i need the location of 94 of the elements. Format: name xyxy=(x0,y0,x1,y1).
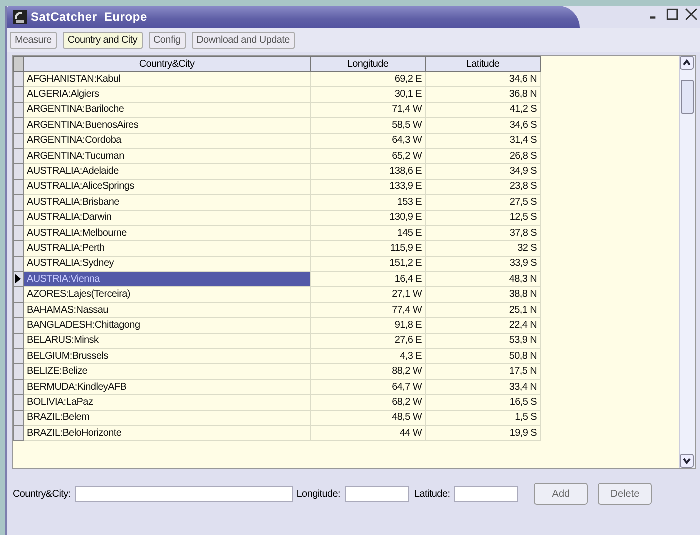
table-cell: 33,4 N xyxy=(426,379,540,395)
scroll-up-icon[interactable] xyxy=(680,56,694,70)
table-cell: ARGENTINA:Cordoba xyxy=(24,133,310,148)
table-cell: 58,5 W xyxy=(310,118,426,134)
table-cell: BRAZIL:BeloHorizonte xyxy=(24,425,310,441)
column-header[interactable]: Latitude xyxy=(426,56,540,72)
field-label: Longitude: xyxy=(296,488,341,500)
tab[interactable]: Download and Update xyxy=(192,32,295,49)
table-cell: 153 E xyxy=(310,194,426,210)
table-cell: 37,8 S xyxy=(426,225,540,241)
table-cell: BELGIUM:Brussels xyxy=(24,348,310,364)
table-cell: 12,5 S xyxy=(426,210,540,226)
scroll-thumb[interactable] xyxy=(681,80,694,114)
table-cell: AUSTRALIA:AliceSprings xyxy=(24,179,310,195)
table-cell: 48,3 N xyxy=(426,272,540,287)
table-cell: 26,8 S xyxy=(426,148,540,164)
table-cell: 77,4 W xyxy=(310,302,426,318)
table-cell: 27,1 W xyxy=(310,286,426,302)
table-cell: 130,9 E xyxy=(310,210,426,226)
table-cell: BERMUDA:KindleyAFB xyxy=(24,379,310,395)
table-cell: 4,3 E xyxy=(310,348,426,364)
table-cell: 91,8 E xyxy=(310,318,426,334)
table-cell: 65,2 W xyxy=(310,148,426,164)
field-label: Country&City: xyxy=(13,488,71,500)
input-field[interactable] xyxy=(74,486,293,502)
row-header[interactable] xyxy=(14,272,24,287)
table-cell: 25,1 N xyxy=(426,302,540,318)
tab[interactable]: Measure xyxy=(10,32,57,49)
table-cell: AUSTRALIA:Darwin xyxy=(24,210,310,226)
table-cell: ALGERIA:Algiers xyxy=(24,86,310,102)
table-cell: BELARUS:Minsk xyxy=(24,333,310,349)
column-header[interactable]: Longitude xyxy=(310,56,426,72)
table-cell: 64,3 W xyxy=(310,133,426,148)
field-label: Latitude: xyxy=(414,488,450,500)
table-cell: 34,6 S xyxy=(426,118,540,134)
table-cell: 22,4 N xyxy=(426,318,540,334)
add-button[interactable]: Add xyxy=(534,483,588,505)
table-cell: AZORES:Lajes(Terceira) xyxy=(24,286,310,302)
column-header[interactable]: Country&City xyxy=(24,56,310,72)
input-field[interactable] xyxy=(344,486,409,502)
table-cell: AUSTRALIA:Melbourne xyxy=(24,225,310,241)
table-cell: ARGENTINA:Bariloche xyxy=(24,102,310,118)
table-cell: 27,5 S xyxy=(426,194,540,210)
delete-button[interactable]: Delete xyxy=(598,483,652,505)
table-cell: 53,9 N xyxy=(426,333,540,349)
table-cell: AUSTRALIA:Brisbane xyxy=(24,194,310,210)
table-cell: 41,2 S xyxy=(426,102,540,118)
table-cell: BRAZIL:Belem xyxy=(24,410,310,426)
table-cell: 50,8 N xyxy=(426,348,540,364)
table-cell: AUSTRIA:Vienna xyxy=(24,272,310,287)
table-cell: 151,2 E xyxy=(310,256,426,272)
table-cell: 48,5 W xyxy=(310,410,426,426)
table-cell: 88,2 W xyxy=(310,364,426,380)
window-title: SatCatcher_Europe xyxy=(31,10,148,24)
table-cell: BAHAMAS:Nassau xyxy=(24,302,310,318)
tab[interactable]: Config xyxy=(148,32,186,49)
table-cell: 19,9 S xyxy=(426,425,540,441)
table-cell: BELIZE:Belize xyxy=(24,364,310,380)
table-cell: ARGENTINA:Tucuman xyxy=(24,148,310,164)
table-cell: 68,2 W xyxy=(310,394,426,410)
input-field[interactable] xyxy=(454,486,518,502)
table-cell: 16,5 S xyxy=(426,394,540,410)
table-cell: 32 S xyxy=(426,240,540,256)
table-cell: 71,4 W xyxy=(310,102,426,118)
table-cell: 145 E xyxy=(310,225,426,241)
table-cell: 33,9 S xyxy=(426,256,540,272)
table-cell: 16,4 E xyxy=(310,272,426,287)
maximize-icon[interactable] xyxy=(666,8,679,21)
close-icon[interactable] xyxy=(685,8,698,21)
table-cell: 36,8 N xyxy=(426,86,540,102)
table-cell: 64,7 W xyxy=(310,379,426,395)
table-cell: 44 W xyxy=(310,425,426,441)
table-cell: BANGLADESH:Chittagong xyxy=(24,318,310,334)
table-cell: 115,9 E xyxy=(310,240,426,256)
table-cell: 69,2 E xyxy=(310,72,426,87)
table-cell: ARGENTINA:BuenosAires xyxy=(24,118,310,134)
tab[interactable]: Country and City xyxy=(62,32,142,49)
table-cell: AUSTRALIA:Perth xyxy=(24,240,310,256)
table-cell: 1,5 S xyxy=(426,410,540,426)
table-cell: 38,8 N xyxy=(426,286,540,302)
table-cell: 30,1 E xyxy=(310,86,426,102)
table-cell: AUSTRALIA:Adelaide xyxy=(24,164,310,180)
table-cell: AFGHANISTAN:Kabul xyxy=(24,72,310,87)
table-cell: 17,5 N xyxy=(426,364,540,380)
table-cell: 34,6 N xyxy=(426,72,540,87)
scroll-down-icon[interactable] xyxy=(680,454,694,468)
table-cell: 31,4 S xyxy=(426,133,540,148)
table-cell: 23,8 S xyxy=(426,179,540,195)
table-cell: 133,9 E xyxy=(310,179,426,195)
table-cell: 27,6 E xyxy=(310,333,426,349)
table-cell: 138,6 E xyxy=(310,164,426,180)
table-cell: 34,9 S xyxy=(426,164,540,180)
scrollbar[interactable] xyxy=(679,56,695,468)
table-cell: BOLIVIA:LaPaz xyxy=(24,394,310,410)
